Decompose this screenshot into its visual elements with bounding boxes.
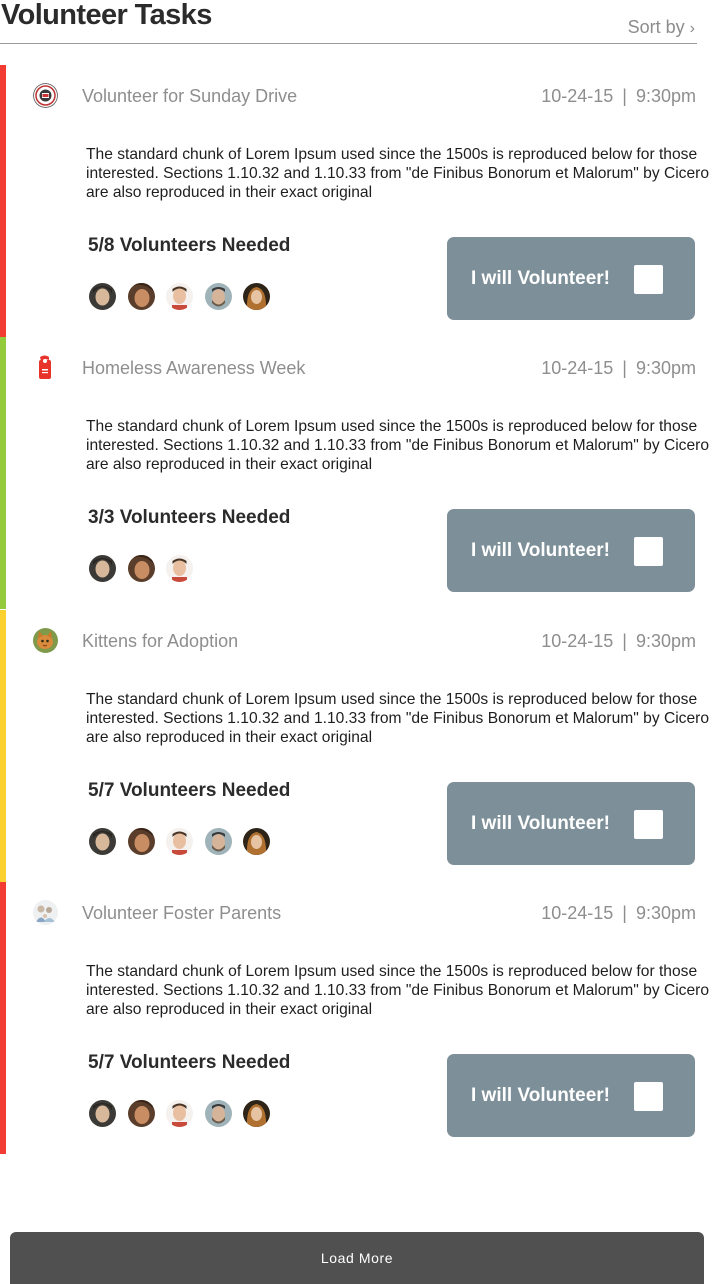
volunteer-checkbox[interactable] bbox=[634, 810, 663, 839]
task-card: Volunteer Foster Parents 10-24-15 | 9:30pm… bbox=[0, 882, 718, 1154]
avatar bbox=[205, 283, 232, 310]
task-datetime: 10-24-15 | 9:30pm bbox=[541, 631, 696, 651]
volunteer-button-label: I will Volunteer! bbox=[471, 1085, 610, 1106]
task-description: The standard chunk of Lorem Ipsum used s… bbox=[86, 963, 710, 1018]
task-date: 10-24-15 bbox=[541, 86, 614, 106]
avatar bbox=[243, 283, 270, 310]
sunday-drive-logo-icon bbox=[33, 83, 58, 108]
accent-bar bbox=[0, 610, 6, 882]
accent-bar bbox=[0, 882, 6, 1154]
task-title: Kittens for Adoption bbox=[82, 631, 239, 651]
door-hanger-icon bbox=[33, 355, 58, 380]
load-more-button[interactable]: Load More bbox=[10, 1232, 704, 1284]
volunteer-button-label: I will Volunteer! bbox=[471, 540, 610, 561]
accent-bar bbox=[0, 337, 6, 609]
task-title: Homeless Awareness Week bbox=[82, 358, 306, 378]
task-date: 10-24-15 bbox=[541, 358, 614, 378]
avatar bbox=[128, 1100, 155, 1127]
volunteer-button-label: I will Volunteer! bbox=[471, 268, 610, 289]
avatar bbox=[89, 1100, 116, 1127]
task-date: 10-24-15 bbox=[541, 631, 614, 651]
chevron-right-icon: › bbox=[689, 20, 695, 37]
avatar bbox=[166, 555, 193, 582]
task-title: Volunteer for Sunday Drive bbox=[82, 86, 298, 106]
task-date: 10-24-15 bbox=[541, 903, 614, 923]
avatar bbox=[128, 555, 155, 582]
volunteers-needed: 5/7 Volunteers Needed bbox=[88, 780, 291, 801]
volunteer-button[interactable]: I will Volunteer! bbox=[447, 782, 695, 865]
volunteer-button[interactable]: I will Volunteer! bbox=[447, 509, 695, 592]
task-datetime: 10-24-15 | 9:30pm bbox=[541, 86, 696, 106]
volunteer-checkbox[interactable] bbox=[634, 537, 663, 566]
volunteers-needed: 5/8 Volunteers Needed bbox=[88, 235, 291, 256]
task-time: 9:30pm bbox=[635, 358, 696, 378]
task-card: Kittens for Adoption 10-24-15 | 9:30pm The… bbox=[0, 610, 718, 882]
avatar bbox=[205, 828, 232, 855]
accent-bar bbox=[0, 65, 6, 337]
task-title: Volunteer Foster Parents bbox=[82, 903, 282, 923]
volunteers-needed: 5/7 Volunteers Needed bbox=[88, 1052, 291, 1073]
avatar bbox=[166, 828, 193, 855]
kitten-icon bbox=[33, 628, 58, 653]
task-datetime: 10-24-15 | 9:30pm bbox=[541, 358, 696, 378]
task-time: 9:30pm bbox=[635, 631, 696, 651]
task-datetime: 10-24-15 | 9:30pm bbox=[541, 903, 696, 923]
avatar bbox=[166, 1100, 193, 1127]
avatar bbox=[243, 828, 270, 855]
avatar bbox=[128, 828, 155, 855]
avatar bbox=[89, 555, 116, 582]
sort-by-label: Sort by bbox=[627, 17, 685, 37]
volunteer-button[interactable]: I will Volunteer! bbox=[447, 237, 695, 320]
sort-by-button[interactable]: Sort by › bbox=[628, 17, 695, 38]
avatar bbox=[128, 283, 155, 310]
avatar bbox=[89, 828, 116, 855]
task-description: The standard chunk of Lorem Ipsum used s… bbox=[86, 146, 710, 201]
avatar bbox=[243, 1100, 270, 1127]
task-card: Homeless Awareness Week 10-24-15 | 9:30pm … bbox=[0, 337, 718, 609]
task-time: 9:30pm bbox=[635, 86, 696, 106]
volunteer-checkbox[interactable] bbox=[634, 265, 663, 294]
task-description: The standard chunk of Lorem Ipsum used s… bbox=[86, 691, 710, 746]
header: Volunteer Tasks Sort by › bbox=[0, 0, 697, 44]
page-title: Volunteer Tasks bbox=[1, 0, 212, 31]
volunteers-needed: 3/3 Volunteers Needed bbox=[88, 507, 291, 528]
task-description: The standard chunk of Lorem Ipsum used s… bbox=[86, 418, 710, 473]
task-time: 9:30pm bbox=[635, 903, 696, 923]
foster-family-icon bbox=[33, 900, 58, 925]
volunteer-checkbox[interactable] bbox=[634, 1082, 663, 1111]
volunteer-button[interactable]: I will Volunteer! bbox=[447, 1054, 695, 1137]
task-card: Volunteer for Sunday Drive 10-24-15 | 9:30… bbox=[0, 65, 718, 337]
volunteer-button-label: I will Volunteer! bbox=[471, 813, 610, 834]
avatar bbox=[89, 283, 116, 310]
avatar bbox=[166, 283, 193, 310]
avatar bbox=[205, 1100, 232, 1127]
